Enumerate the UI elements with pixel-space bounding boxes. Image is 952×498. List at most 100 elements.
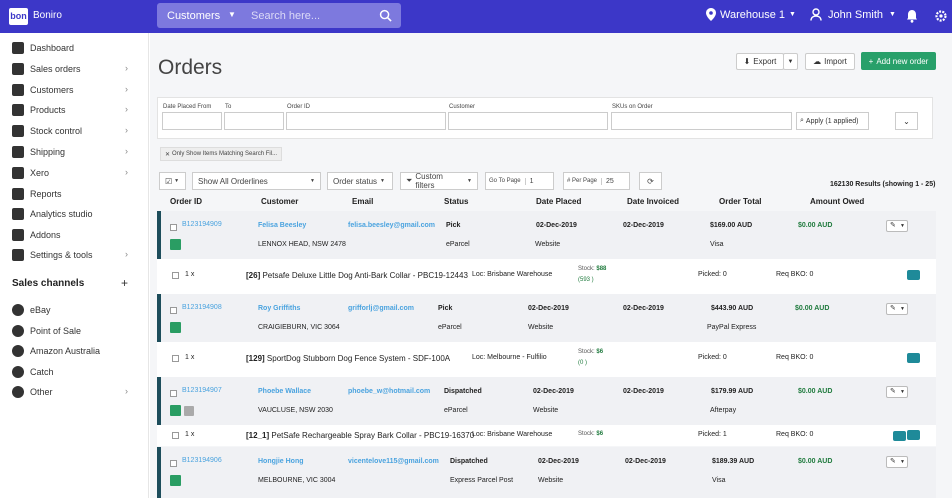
customer-link[interactable]: Phoebe Wallace bbox=[258, 388, 311, 395]
col-email[interactable]: Email bbox=[352, 197, 373, 206]
req-bko: Req BKO: 0 bbox=[776, 271, 814, 278]
order-status-dropdown[interactable]: Order status ▼ bbox=[327, 172, 393, 190]
custom-filters-dropdown[interactable]: ⏷ Custom filters ▼ bbox=[400, 172, 478, 190]
row-checkbox[interactable] bbox=[170, 224, 177, 231]
search-scope-select[interactable]: Customers bbox=[167, 10, 220, 22]
email-link[interactable]: vicentelove115@gmail.com bbox=[348, 458, 439, 465]
sidebar-channel-amazon-australia[interactable]: Amazon Australia bbox=[12, 343, 140, 359]
app-logo[interactable]: bon bbox=[9, 8, 28, 25]
line-item-name[interactable]: [129] SportDog Stubborn Dog Fence System… bbox=[246, 354, 450, 363]
sidebar-channel-point-of-sale[interactable]: Point of Sale bbox=[12, 323, 140, 339]
col-date-invoiced[interactable]: Date Invoiced bbox=[627, 197, 679, 206]
sidebar-item-addons[interactable]: Addons bbox=[12, 227, 140, 243]
user-menu[interactable]: John Smith ▼ bbox=[810, 8, 896, 21]
sidebar-item-shipping[interactable]: Shipping › bbox=[12, 144, 140, 160]
apply-filters-button[interactable]: ⌕ Apply (1 applied) bbox=[796, 112, 869, 130]
date-from-input[interactable] bbox=[162, 112, 222, 130]
search-icon: ⌕ bbox=[800, 117, 804, 124]
order-row[interactable] bbox=[157, 377, 936, 425]
sidebar-item-customers[interactable]: Customers › bbox=[12, 82, 140, 98]
sidebar-item-xero[interactable]: Xero › bbox=[12, 165, 140, 181]
edit-order-button[interactable]: ✎ ▼ bbox=[886, 303, 908, 315]
edit-order-button[interactable]: ✎ ▼ bbox=[886, 386, 908, 398]
col-order-total[interactable]: Order Total bbox=[719, 197, 762, 206]
sidebar-item-dashboard[interactable]: Dashboard bbox=[12, 40, 140, 56]
customer-link[interactable]: Hongjie Hong bbox=[258, 458, 304, 465]
email-link[interactable]: felisa.beesley@gmail.com bbox=[348, 222, 435, 229]
edit-order-button[interactable]: ✎ ▼ bbox=[886, 456, 908, 468]
expand-filters-button[interactable]: ⌄ bbox=[895, 112, 918, 130]
search-icon[interactable] bbox=[379, 9, 392, 22]
order-id-link[interactable]: B123194907 bbox=[182, 387, 222, 394]
warehouse-selector[interactable]: Warehouse 1 ▼ bbox=[706, 8, 796, 21]
picked-count: Picked: 0 bbox=[698, 271, 727, 278]
line-checkbox[interactable] bbox=[172, 355, 179, 362]
sidebar-item-reports[interactable]: Reports bbox=[12, 186, 140, 202]
email-link[interactable]: phoebe_w@hotmail.com bbox=[348, 388, 430, 395]
sidebar-channel-other[interactable]: Other › bbox=[12, 384, 140, 400]
active-filter-chip[interactable]: ✕ Only Show Items Matching Search Fil... bbox=[160, 147, 283, 161]
col-status[interactable]: Status bbox=[444, 197, 468, 206]
add-new-order-button[interactable]: + Add new order bbox=[861, 52, 936, 70]
line-checkbox[interactable] bbox=[172, 272, 179, 279]
orderlines-select[interactable]: Show All Orderlines ▼ bbox=[192, 172, 321, 190]
row-checkbox[interactable] bbox=[170, 390, 177, 397]
add-channel-icon[interactable]: + bbox=[121, 276, 128, 290]
col-customer[interactable]: Customer bbox=[261, 197, 298, 206]
export-dropdown-button[interactable]: ▼ bbox=[783, 53, 798, 70]
export-button[interactable]: ⬇ Export bbox=[736, 53, 784, 70]
line-checkbox[interactable] bbox=[172, 432, 179, 439]
global-search[interactable]: Customers ▼ Search here... bbox=[157, 3, 401, 28]
col-amount-owed[interactable]: Amount Owed bbox=[810, 197, 864, 206]
row-checkbox[interactable] bbox=[170, 307, 177, 314]
close-icon[interactable]: ✕ bbox=[165, 151, 170, 158]
go-to-page-input[interactable]: Go To Page 1 bbox=[485, 172, 554, 190]
stock-info: Stock: $88 bbox=[578, 266, 606, 272]
col-order-id[interactable]: Order ID bbox=[170, 197, 202, 206]
gear-icon[interactable] bbox=[934, 9, 948, 23]
cloud-upload-icon[interactable] bbox=[907, 430, 920, 440]
cloud-upload-icon[interactable] bbox=[907, 270, 920, 280]
stock-label: Stock: bbox=[578, 349, 595, 355]
col-date-placed[interactable]: Date Placed bbox=[536, 197, 581, 206]
bulk-select-button[interactable]: ☑ ▼ bbox=[159, 172, 186, 190]
edit-order-button[interactable]: ✎ ▼ bbox=[886, 220, 908, 232]
customer-link[interactable]: Roy Griffiths bbox=[258, 305, 300, 312]
skus-input[interactable] bbox=[611, 112, 792, 130]
sidebar-item-sales-orders[interactable]: Sales orders › bbox=[12, 61, 140, 77]
refresh-button[interactable]: ⟳ bbox=[639, 172, 662, 190]
customer-input[interactable] bbox=[448, 112, 608, 130]
date-to-input[interactable] bbox=[224, 112, 284, 130]
order-row[interactable] bbox=[157, 447, 936, 498]
order-id-input[interactable] bbox=[286, 112, 446, 130]
order-id-link[interactable]: B123194908 bbox=[182, 304, 222, 311]
sku-id: [26] bbox=[246, 271, 261, 280]
sidebar-item-label: Sales orders bbox=[30, 64, 81, 74]
sidebar-item-stock-control[interactable]: Stock control › bbox=[12, 123, 140, 139]
order-id-link[interactable]: B123194906 bbox=[182, 457, 222, 464]
chevron-right-icon: › bbox=[125, 249, 128, 259]
sidebar-item-analytics-studio[interactable]: Analytics studio bbox=[12, 206, 140, 222]
filter-panel: Date Placed From To Order ID Customer SK… bbox=[157, 97, 933, 139]
sidebar-item-settings-tools[interactable]: Settings & tools › bbox=[12, 247, 140, 263]
per-page-input[interactable]: # Per Page 25 bbox=[563, 172, 630, 190]
order-row[interactable] bbox=[157, 294, 936, 342]
req-bko: Req BKO: 0 bbox=[776, 354, 814, 361]
import-button[interactable]: ☁ Import bbox=[805, 53, 855, 70]
customer-link[interactable]: Felisa Beesley bbox=[258, 222, 306, 229]
sidebar-channel-ebay[interactable]: eBay bbox=[12, 302, 140, 318]
sales-channels-heading: Sales channels bbox=[12, 278, 85, 289]
order-row[interactable] bbox=[157, 211, 936, 259]
sidebar-channel-catch[interactable]: Catch bbox=[12, 364, 140, 380]
row-checkbox[interactable] bbox=[170, 460, 177, 467]
cloud-upload-icon[interactable] bbox=[907, 353, 920, 363]
line-item-name[interactable]: [26] Petsafe Deluxe Little Dog Anti-Bark… bbox=[246, 271, 468, 280]
bell-icon[interactable] bbox=[906, 9, 918, 23]
search-input[interactable]: Search here... bbox=[251, 10, 320, 22]
email-link[interactable]: grifforlj@gmail.com bbox=[348, 305, 414, 312]
truck-icon[interactable] bbox=[893, 431, 906, 441]
sidebar-item-products[interactable]: Products › bbox=[12, 102, 140, 118]
warehouse-label: Warehouse 1 bbox=[720, 8, 786, 21]
line-item-name[interactable]: [12_1] PetSafe Rechargeable Spray Bark C… bbox=[246, 431, 474, 440]
order-id-link[interactable]: B123194909 bbox=[182, 221, 222, 228]
